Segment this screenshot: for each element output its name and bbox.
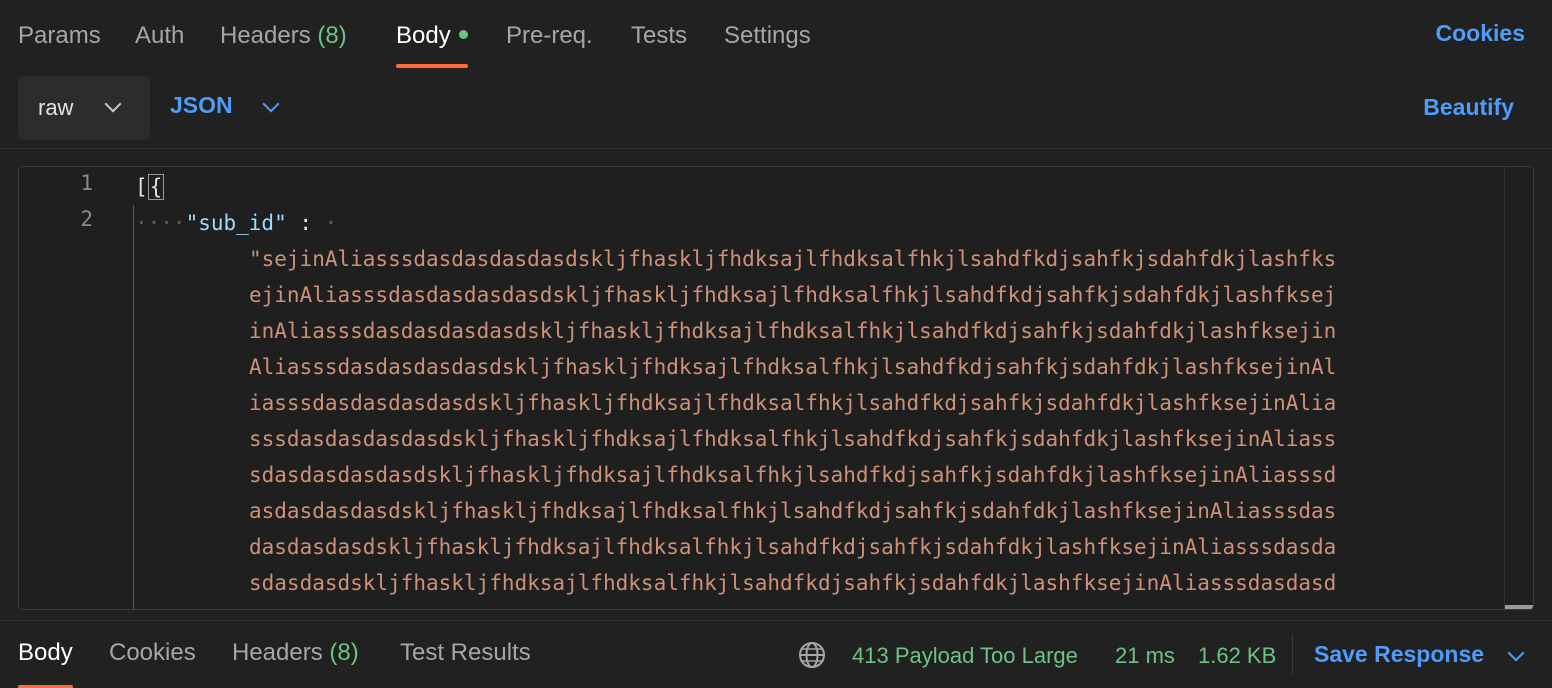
- string-line: ejinAliasssdasdasdasdasdskljfhaskljfhdks…: [249, 283, 1337, 307]
- tab-params[interactable]: Params: [18, 20, 101, 68]
- scrollbar-thumb[interactable]: [1505, 605, 1533, 609]
- language-value: JSON: [170, 92, 233, 118]
- tab-tests[interactable]: Tests: [631, 20, 687, 68]
- request-tabs: Params Auth Headers (8) Body Pre-req. Te…: [0, 0, 1552, 72]
- response-headers-count: (8): [329, 639, 359, 666]
- chevron-down-icon: [262, 95, 280, 113]
- response-time[interactable]: 21 ms: [1115, 643, 1175, 669]
- response-tab-body[interactable]: Body: [18, 639, 73, 688]
- response-tab-body-label: Body: [18, 639, 73, 666]
- postman-request-panel: Params Auth Headers (8) Body Pre-req. Te…: [0, 0, 1552, 688]
- response-tab-cookies[interactable]: Cookies: [109, 639, 196, 688]
- tab-prereq-label: Pre-req.: [506, 22, 593, 49]
- string-line: asdasdasdasdskljfhaskljfhdksajlfhdksalfh…: [249, 499, 1337, 523]
- code-content[interactable]: [{ ····"sub_id" : · "sejinAliasssdasdasd…: [135, 167, 1505, 609]
- language-dropdown[interactable]: JSON: [170, 92, 280, 124]
- matched-brace: {: [147, 174, 165, 200]
- tab-headers[interactable]: Headers (8): [220, 20, 347, 68]
- line-number: 2: [80, 207, 93, 231]
- vertical-scrollbar[interactable]: [1504, 167, 1533, 609]
- string-line: dasdasdasdskljfhaskljfhdksajlfhdksalfhkj…: [249, 535, 1337, 559]
- save-response-button[interactable]: Save Response: [1314, 641, 1525, 668]
- tab-body[interactable]: Body: [396, 20, 468, 68]
- response-tab-headers[interactable]: Headers (8): [232, 639, 359, 688]
- beautify-button[interactable]: Beautify: [1423, 94, 1514, 121]
- string-line: inAliasssdasdasdasdasdskljfhaskljfhdksaj…: [249, 319, 1337, 343]
- response-tab-test-results-label: Test Results: [400, 639, 531, 666]
- code-line-1: [{: [135, 169, 165, 205]
- string-line: "sejinAliasssdasdasdasdasdskljfhaskljfhd…: [249, 247, 1337, 271]
- body-type-dropdown[interactable]: raw: [18, 76, 150, 140]
- tab-settings[interactable]: Settings: [724, 20, 811, 68]
- response-tab-cookies-label: Cookies: [109, 639, 196, 666]
- string-line: iasssdasdasdasdasdskljfhaskljfhdksajlfhd…: [249, 391, 1337, 415]
- tab-headers-label: Headers: [220, 22, 311, 49]
- string-line: sssdasdasdasdasdskljfhaskljfhdksajlfhdks…: [249, 427, 1337, 451]
- body-mode-row: raw JSON Beautify: [0, 72, 1552, 149]
- tab-body-label: Body: [396, 22, 451, 49]
- tab-headers-count: (8): [317, 22, 347, 49]
- tab-settings-label: Settings: [724, 22, 811, 49]
- string-line: Aliasssdasdasdasdasdskljfhaskljfhdksajlf…: [249, 355, 1337, 379]
- line-number-gutter: 1 2: [19, 167, 115, 609]
- response-status-code[interactable]: 413 Payload Too Large: [852, 643, 1078, 669]
- tab-tests-label: Tests: [631, 22, 688, 49]
- string-line: sdasdasdskljfhaskljfhdksajlfhdksalfhkjls…: [249, 571, 1337, 595]
- chevron-down-icon: [104, 95, 122, 113]
- tab-prereq[interactable]: Pre-req.: [506, 20, 593, 68]
- open-bracket: [: [135, 175, 148, 199]
- json-colon: :: [286, 211, 313, 235]
- json-key: "sub_id": [185, 211, 287, 235]
- response-tab-headers-label: Headers: [232, 639, 323, 666]
- code-line-2: ····"sub_id" : ·: [135, 205, 337, 241]
- indent-guide: [133, 205, 134, 609]
- tab-params-label: Params: [18, 22, 101, 49]
- body-type-value: raw: [38, 95, 74, 120]
- code-editor[interactable]: 1 2 [{ ····"sub_id" : · "sejinAliasssdas…: [18, 166, 1534, 610]
- whitespace-dot: ·: [312, 211, 338, 235]
- string-line: sdasdasdasdasdskljfhaskljfhdksajlfhdksal…: [249, 463, 1337, 487]
- chevron-down-icon[interactable]: [1507, 644, 1525, 662]
- tab-auth[interactable]: Auth: [135, 20, 184, 68]
- response-tab-test-results[interactable]: Test Results: [400, 639, 531, 688]
- save-response-label: Save Response: [1314, 641, 1485, 667]
- cookies-link[interactable]: Cookies: [1436, 20, 1525, 47]
- body-modified-dot-icon: [458, 30, 468, 40]
- globe-icon[interactable]: [798, 641, 826, 669]
- line-number: 1: [80, 171, 93, 195]
- whitespace-dots: ····: [135, 211, 186, 235]
- divider: [1292, 635, 1293, 675]
- string-line: asdasdskljfhaskljfhdksajlfhdksalfhkjlsah…: [249, 601, 1336, 609]
- response-size[interactable]: 1.62 KB: [1198, 643, 1276, 669]
- response-tabs-bar: Body Cookies Headers (8) Test Results 41…: [0, 620, 1552, 688]
- tab-auth-label: Auth: [135, 22, 185, 49]
